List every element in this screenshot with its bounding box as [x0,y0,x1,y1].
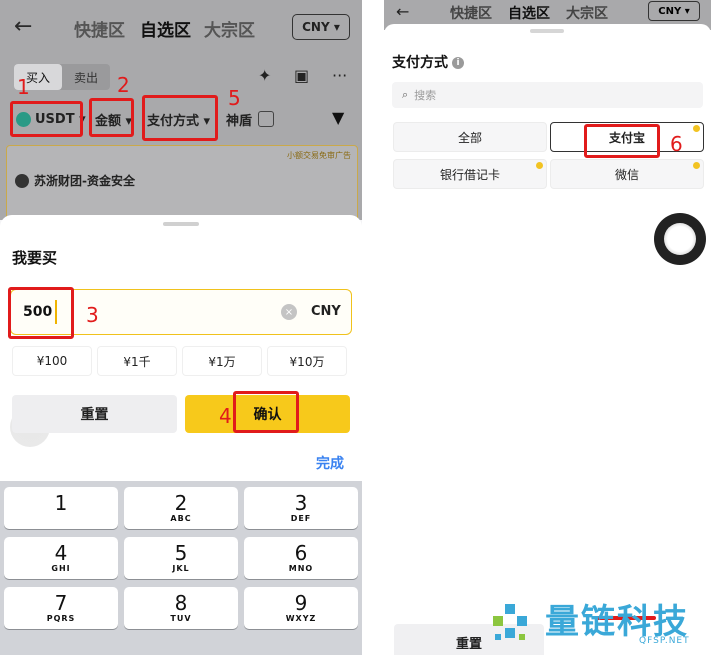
merchant-name: 苏浙财团-资金安全 [15,172,135,189]
search-icon: ⌕ [402,88,409,101]
key-2[interactable]: 2 ABC [124,487,238,529]
loading-spinner-icon [654,213,706,265]
done-button[interactable]: 完成 [316,453,344,473]
payment-method-sheet: 支付方式 i ⌕ 搜索 全部 支付宝 银行借记卡 微信 重置 [384,24,711,655]
clear-icon[interactable]: × [281,304,297,320]
sheet-grabber[interactable] [530,29,564,33]
payment-option-all[interactable]: 全部 [393,122,547,152]
annotation-number-5: 5 [228,86,241,110]
tab-quick[interactable]: 快捷区 [450,3,492,23]
tab-bulk[interactable]: 大宗区 [566,3,608,23]
key-9[interactable]: 9 WXYZ [244,587,358,629]
key-4[interactable]: 4 GHI [4,537,118,579]
info-icon[interactable]: i [452,57,464,69]
tab-quick[interactable]: 快捷区 [74,16,125,41]
badge-dot-icon [536,162,543,169]
annotation-number-1: 1 [17,75,30,99]
option-label: 全部 [457,130,482,145]
tab-custom[interactable]: 自选区 [508,3,550,23]
screenshot-stage: ← 快捷区 自选区 大宗区 CNY ▾ 买入 卖出 ✦ ▣ ··· USDT ▾… [0,0,711,655]
key-8[interactable]: 8 TUV [124,587,238,629]
key-7[interactable]: 7 PQRS [4,587,118,629]
merchant-name-text: 苏浙财团-资金安全 [34,174,135,188]
filter-funnel-icon[interactable]: ▼ [332,108,344,127]
option-label: 银行借记卡 [439,167,500,182]
watermark-logo-icon [493,604,527,640]
merchant-logo-icon [15,173,29,188]
order-history-icon[interactable]: ▣ [294,66,309,85]
coin-settings-icon[interactable]: ✦ [258,66,271,85]
badge-dot-icon [693,125,700,132]
amount-unit: CNY [311,304,341,319]
search-placeholder: 搜索 [414,89,437,102]
tab-bulk[interactable]: 大宗区 [204,16,255,41]
merchant-card[interactable]: 小额交易免审广告 苏浙财团-资金安全 [6,145,358,223]
more-icon[interactable]: ··· [332,66,347,85]
annotation-box-confirm [233,391,299,433]
back-arrow-icon[interactable]: ← [396,2,409,21]
annotation-number-3: 3 [86,303,99,327]
reset-button[interactable]: 重置 [12,395,177,433]
key-3[interactable]: 3 DEF [244,487,358,529]
payment-option-wechat[interactable]: 微信 [550,159,704,189]
sheet-title-text: 支付方式 [392,55,448,71]
top-nav: ← 快捷区 自选区 大宗区 CNY ▾ [0,0,362,56]
search-input[interactable]: ⌕ 搜索 [392,82,703,108]
option-label: 微信 [614,167,639,182]
annotation-number-4: 4 [219,404,232,428]
shield-checkbox[interactable] [258,111,274,127]
currency-selector[interactable]: CNY ▾ [648,1,700,21]
annotation-number-2: 2 [117,73,130,97]
quick-amount-1k[interactable]: ¥1千 [97,346,177,376]
key-6[interactable]: 6 MNO [244,537,358,579]
numeric-keypad: 1 2 ABC 3 DEF 4 GHI 5 JKL 6 MNO 7 PQRS 8 TUV 9W… [0,481,362,655]
annotation-box-payment [142,95,218,141]
card-tag: 小额交易免审广告 [287,151,351,160]
sell-tab[interactable]: 卖出 [62,64,110,90]
watermark-domain: QFSP.NET [639,636,690,646]
annotation-box-amount [89,98,134,137]
badge-dot-icon [693,162,700,169]
annotation-box-alipay [584,124,660,158]
key-5[interactable]: 5 JKL [124,537,238,579]
sheet-title: 支付方式 i [392,52,464,72]
left-phone: ← 快捷区 自选区 大宗区 CNY ▾ 买入 卖出 ✦ ▣ ··· USDT ▾… [0,0,362,655]
quick-amount-100[interactable]: ¥100 [12,346,92,376]
quick-amount-10k[interactable]: ¥1万 [182,346,262,376]
annotation-box-coin [10,101,83,137]
back-arrow-icon[interactable]: ← [14,14,32,39]
shield-label-text: 神盾 [226,113,253,129]
payment-option-debit-card[interactable]: 银行借记卡 [393,159,547,189]
quick-amount-100k[interactable]: ¥10万 [267,346,347,376]
sheet-grabber[interactable] [163,222,199,226]
tab-custom[interactable]: 自选区 [140,16,191,41]
currency-selector[interactable]: CNY ▾ [292,14,350,40]
sheet-title: 我要买 [12,249,58,267]
right-phone: ← 快捷区 自选区 大宗区 CNY ▾ 支付方式 i ⌕ 搜索 全部 支付宝 银行… [384,0,711,655]
annotation-box-amount-input [8,287,74,339]
annotation-number-6: 6 [670,132,683,156]
buy-amount-sheet: 我要买 500 × CNY ¥100 ¥1千 ¥1万 ¥10万 重置 确认 完成… [0,215,362,655]
key-1[interactable]: 1 [4,487,118,529]
watermark: 量链科技 QFSP.NET [489,594,711,652]
